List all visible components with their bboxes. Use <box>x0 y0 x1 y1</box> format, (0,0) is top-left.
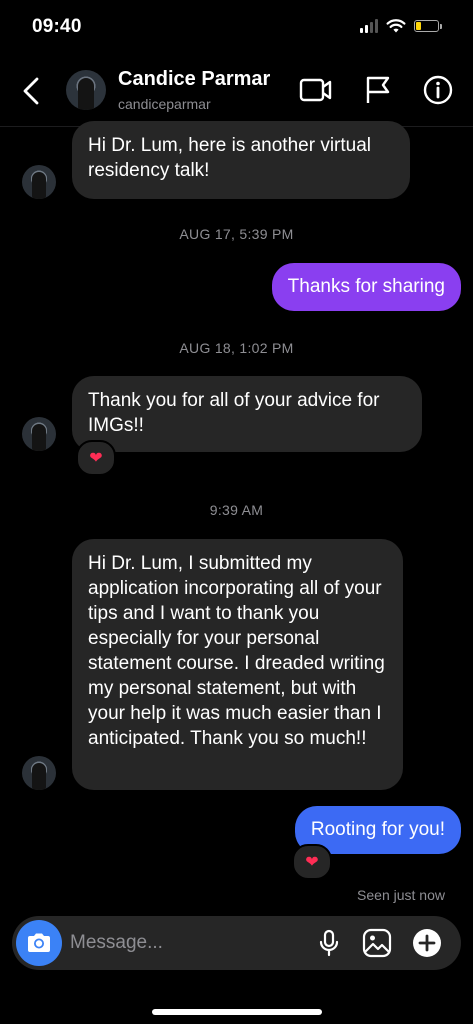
seen-status: Seen just now <box>357 887 445 903</box>
sent-message[interactable]: Thanks for sharing <box>271 263 461 311</box>
report-flag-icon <box>366 76 390 103</box>
info-icon <box>423 75 453 105</box>
message-input[interactable] <box>70 916 300 970</box>
chat-header: Candice Parmar candiceparmar <box>0 56 473 127</box>
gallery-button[interactable] <box>361 927 393 959</box>
video-call-button[interactable] <box>298 72 334 108</box>
microphone-icon <box>319 929 339 957</box>
contact-avatar[interactable] <box>66 70 106 110</box>
status-icons <box>360 18 442 33</box>
sender-avatar[interactable] <box>22 756 56 790</box>
add-icon <box>413 929 441 957</box>
report-button[interactable] <box>360 72 396 108</box>
back-chevron-icon[interactable] <box>18 74 46 108</box>
heart-reaction[interactable]: ❤ <box>76 440 116 476</box>
battery-icon <box>414 19 442 32</box>
message-timestamp: AUG 18, 1:02 PM <box>179 340 294 356</box>
received-message[interactable]: Thank you for all of your advice for IMG… <box>72 376 422 452</box>
camera-button[interactable] <box>16 920 62 966</box>
video-call-icon <box>299 78 332 102</box>
status-time: 09:40 <box>32 16 82 37</box>
message-composer <box>12 916 461 970</box>
home-indicator[interactable] <box>152 1009 322 1015</box>
voice-message-button[interactable] <box>313 927 345 959</box>
heart-reaction[interactable]: ❤ <box>292 844 332 880</box>
cellular-signal-icon <box>360 18 378 33</box>
contact-name[interactable]: Candice Parmar <box>118 68 270 91</box>
received-message[interactable]: Hi Dr. Lum, here is another virtual resi… <box>72 121 410 199</box>
received-message[interactable]: Hi Dr. Lum, I submitted my application i… <box>72 539 403 790</box>
sender-avatar[interactable] <box>22 165 56 199</box>
gallery-icon <box>362 928 392 958</box>
contact-handle[interactable]: candiceparmar <box>118 96 211 112</box>
camera-icon <box>28 933 50 952</box>
wifi-icon <box>386 19 406 33</box>
message-timestamp: 9:39 AM <box>209 502 264 518</box>
add-button[interactable] <box>411 927 443 959</box>
info-button[interactable] <box>420 72 456 108</box>
sender-avatar[interactable] <box>22 417 56 451</box>
message-timestamp: AUG 17, 5:39 PM <box>179 226 294 242</box>
